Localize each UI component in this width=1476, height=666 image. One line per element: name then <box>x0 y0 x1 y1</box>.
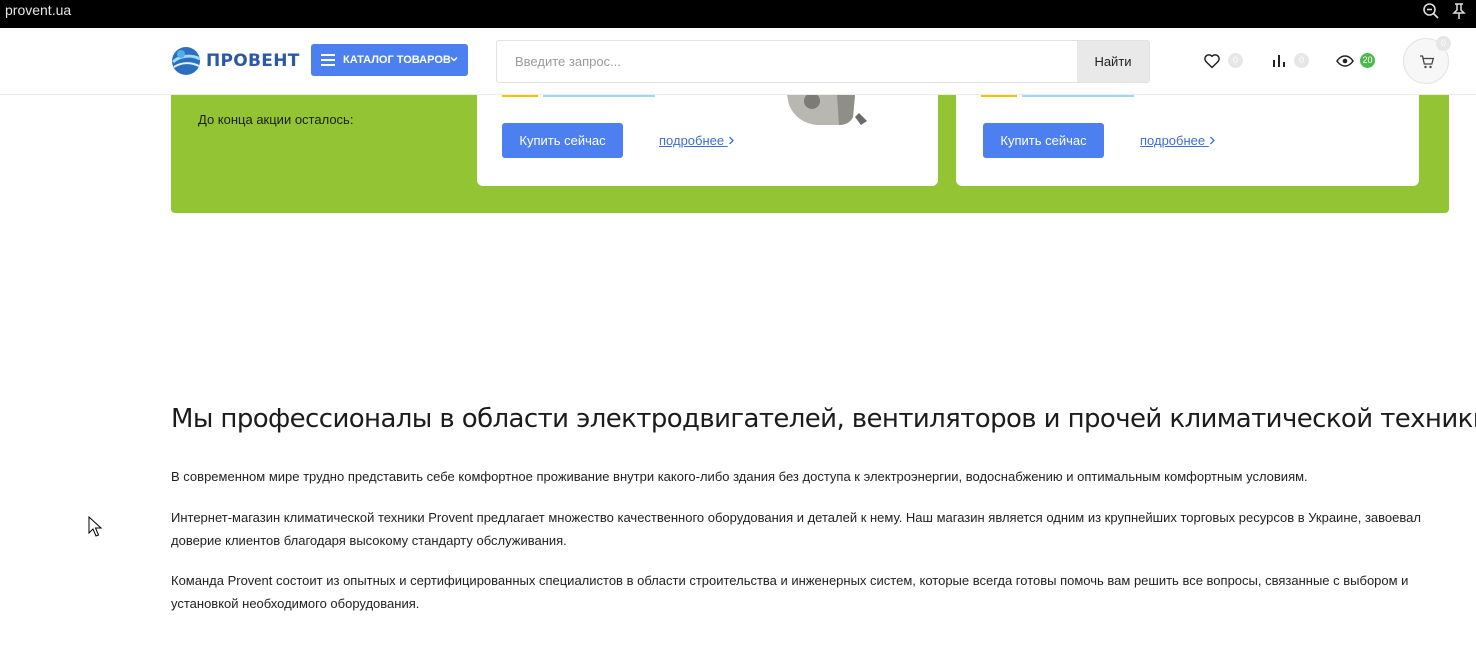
buy-now-button[interactable]: Купить сейчас <box>502 123 623 158</box>
rating-strip <box>502 95 538 97</box>
wishlist-count: 0 <box>1228 53 1243 68</box>
about-paragraph: Команда Provent состоит из опытных и сер… <box>171 573 1409 611</box>
label-strip <box>1022 95 1134 97</box>
catalog-label: КАТАЛОГ ТОВАРОВ <box>343 54 451 66</box>
cart-count: 0 <box>1436 36 1451 51</box>
about-title: Мы профессионалы в области электродвигат… <box>171 404 1476 434</box>
viewed-count: 20 <box>1360 53 1375 68</box>
chevron-right-icon <box>1209 136 1215 145</box>
search-input[interactable]: Введите запрос... <box>515 54 621 69</box>
chevron-right-icon <box>728 136 734 145</box>
logo-text: ПРОВЕНТ <box>206 51 300 71</box>
site-logo[interactable]: ПРОВЕНТ <box>170 44 300 78</box>
pin-icon[interactable] <box>1450 2 1468 20</box>
promo-card: Купить сейчас подробнее <box>477 95 938 186</box>
site-header: ПРОВЕНТ КАТАЛОГ ТОВАРОВ Введите запрос..… <box>0 28 1476 95</box>
promo-section: До конца акции осталось: Купить сейчас п… <box>171 95 1449 213</box>
wishlist-heart-icon[interactable] <box>1203 52 1221 70</box>
search-button[interactable]: Найти <box>1077 41 1149 82</box>
search-bar[interactable]: Введите запрос... Найти <box>496 40 1150 83</box>
mouse-cursor-icon <box>88 516 103 537</box>
catalog-button[interactable]: КАТАЛОГ ТОВАРОВ <box>311 44 468 76</box>
promo-countdown-label: До конца акции осталось: <box>198 112 354 127</box>
label-strip <box>543 95 655 97</box>
details-link[interactable]: подробнее <box>1140 133 1216 148</box>
promo-card: Купить сейчас подробнее <box>956 95 1419 186</box>
details-link-label: подробнее <box>659 133 725 148</box>
rating-strip <box>981 95 1017 97</box>
about-paragraph: В современном мире трудно представить се… <box>171 469 1308 484</box>
buy-now-button[interactable]: Купить сейчас <box>983 123 1104 158</box>
page-url: provent.ua <box>5 2 72 18</box>
logo-globe-icon <box>171 47 201 75</box>
browser-top-bar: provent.ua <box>0 0 1476 28</box>
compare-chart-icon[interactable] <box>1270 52 1288 70</box>
menu-icon <box>321 54 335 66</box>
zoom-out-icon[interactable] <box>1422 2 1440 20</box>
details-link[interactable]: подробнее <box>659 133 735 148</box>
viewed-eye-icon[interactable] <box>1336 52 1354 70</box>
product-image[interactable] <box>767 95 897 129</box>
cart-icon <box>1420 55 1435 69</box>
about-paragraph: Интернет-магазин климатической техники P… <box>171 510 1421 548</box>
details-link-label: подробнее <box>1140 133 1206 148</box>
compare-count: 0 <box>1294 53 1309 68</box>
chevron-down-icon <box>450 57 458 62</box>
